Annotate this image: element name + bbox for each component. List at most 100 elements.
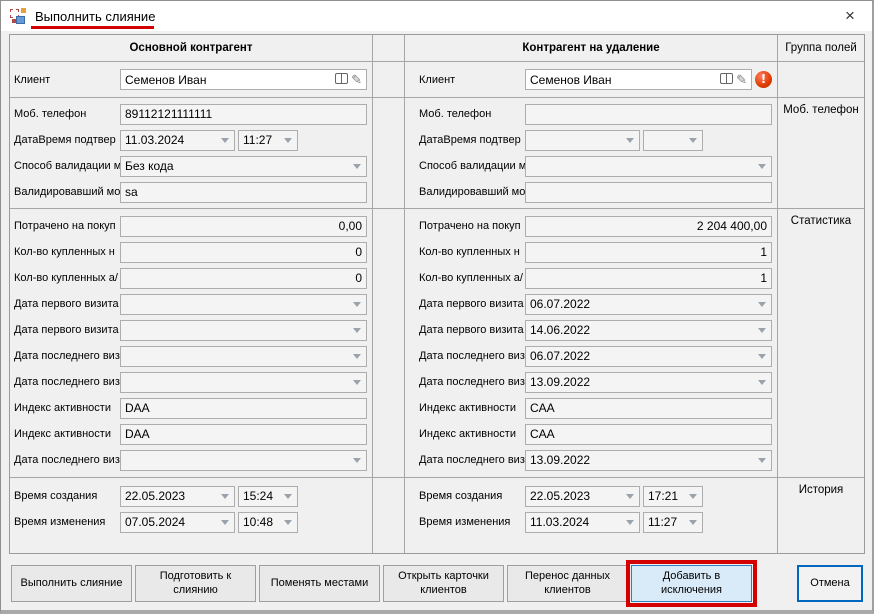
cancel-button[interactable]: Отмена: [797, 565, 863, 602]
date-picker[interactable]: 22.05.2023: [525, 486, 640, 507]
merge-button[interactable]: Выполнить слияние: [11, 565, 132, 602]
date-picker[interactable]: 22.05.2023: [120, 486, 235, 507]
dropdown[interactable]: [120, 450, 367, 471]
field-row: Индекс активностиCAA: [419, 421, 777, 447]
text-input[interactable]: DAA: [120, 424, 367, 445]
field-control-area: 1: [525, 242, 772, 263]
dropdown[interactable]: [120, 294, 367, 315]
field-label: Дата первого визита: [14, 298, 120, 310]
field-value: 1: [760, 245, 767, 259]
field-value: 0,00: [339, 219, 362, 233]
field-value: 0: [355, 245, 362, 259]
button-label: Отмена: [810, 577, 849, 591]
text-input[interactable]: CAA: [525, 398, 772, 419]
time-picker[interactable]: 11:27: [643, 512, 703, 533]
field-label: Дата последнего виз: [419, 350, 525, 362]
dropdown-arrow-icon: [758, 354, 766, 363]
dropdown-arrow-icon: [221, 520, 229, 529]
field-row: ДатаВремя подтвер11.03.202411:27: [14, 127, 372, 153]
dropdown[interactable]: [120, 372, 367, 393]
left-panel-header: Основной контрагент: [10, 35, 372, 61]
field-control-area: 11.03.202411:27: [525, 512, 772, 533]
dropdown[interactable]: 13.09.2022: [525, 372, 772, 393]
book-icon[interactable]: [720, 73, 733, 87]
time-picker[interactable]: 17:21: [643, 486, 703, 507]
field-value: 17:21: [648, 489, 678, 503]
app-icon: [10, 8, 26, 24]
text-input[interactable]: [525, 104, 772, 125]
right-panel-cell: Потрачено на покуп2 204 400,00Кол-во куп…: [404, 209, 777, 477]
dropdown-arrow-icon: [758, 302, 766, 311]
dropdown[interactable]: 06.07.2022: [525, 346, 772, 367]
pencil-icon[interactable]: ✎: [736, 73, 747, 86]
number-input[interactable]: 1: [525, 242, 772, 263]
merge-dialog-window: Выполнить слияние × Основной контрагент …: [0, 0, 874, 614]
date-picker[interactable]: 07.05.2024: [120, 512, 235, 533]
merge-fields-table: Основной контрагент Контрагент на удален…: [9, 34, 865, 554]
text-input[interactable]: [525, 182, 772, 203]
open-client-cards-button[interactable]: Открыть карточки клиентов: [383, 565, 504, 602]
table-section: Моб. телефон89112121111111ДатаВремя подт…: [10, 97, 864, 208]
dropdown[interactable]: Без кода: [120, 156, 367, 177]
field-value: 2 204 400,00: [697, 219, 767, 233]
field-row: Дата первого визита: [14, 317, 372, 343]
number-input[interactable]: 0,00: [120, 216, 367, 237]
field-row: Способ валидации мБез кода: [14, 153, 372, 179]
field-control-area: [525, 130, 772, 151]
date-picker[interactable]: [525, 130, 640, 151]
button-label: Выполнить слияние: [21, 577, 123, 591]
time-picker[interactable]: [643, 130, 703, 151]
time-picker[interactable]: 11:27: [238, 130, 298, 151]
right-panel-header: Контрагент на удаление: [404, 35, 777, 61]
field-label: Индекс активности: [14, 428, 120, 440]
text-input[interactable]: sa: [120, 182, 367, 203]
number-input[interactable]: 0: [120, 268, 367, 289]
book-icon[interactable]: [335, 73, 348, 87]
dropdown-arrow-icon: [284, 520, 292, 529]
button-label: Подготовить к слиянию: [140, 570, 251, 598]
client-lookup-field[interactable]: Семенов Иван✎: [525, 69, 752, 90]
client-lookup-field[interactable]: Семенов Иван✎: [120, 69, 367, 90]
field-row: Индекс активностиCAA: [419, 395, 777, 421]
field-label: Валидировавший мо: [14, 186, 120, 198]
field-value: CAA: [530, 427, 555, 441]
dropdown-arrow-icon: [353, 328, 361, 337]
dropdown-arrow-icon: [626, 494, 634, 503]
number-input[interactable]: 2 204 400,00: [525, 216, 772, 237]
dropdown[interactable]: 06.07.2022: [525, 294, 772, 315]
dropdown[interactable]: [120, 320, 367, 341]
close-icon[interactable]: ×: [838, 5, 862, 27]
time-picker[interactable]: 10:48: [238, 512, 298, 533]
prepare-merge-button[interactable]: Подготовить к слиянию: [135, 565, 256, 602]
field-value: DAA: [125, 427, 150, 441]
date-picker[interactable]: 11.03.2024: [525, 512, 640, 533]
transfer-client-data-button[interactable]: Перенос данных клиентов: [507, 565, 628, 602]
time-picker[interactable]: 15:24: [238, 486, 298, 507]
field-value: 0: [355, 271, 362, 285]
left-panel-cell: Потрачено на покуп0,00Кол-во купленных н…: [10, 209, 372, 477]
dropdown[interactable]: 13.09.2022: [525, 450, 772, 471]
text-input[interactable]: CAA: [525, 424, 772, 445]
field-label: Способ валидации м: [14, 160, 120, 172]
pencil-icon[interactable]: ✎: [351, 73, 362, 86]
field-row: КлиентСеменов Иван✎!: [419, 67, 777, 93]
text-input[interactable]: 89112121111111: [120, 104, 367, 125]
field-value: 11.03.2024: [125, 133, 184, 147]
field-control-area: 1: [525, 268, 772, 289]
swap-button[interactable]: Поменять местами: [259, 565, 380, 602]
field-row: ДатаВремя подтвер: [419, 127, 777, 153]
date-picker[interactable]: 11.03.2024: [120, 130, 235, 151]
field-control-area: DAA: [120, 398, 367, 419]
field-control-area: [525, 156, 772, 177]
field-value: CAA: [530, 401, 555, 415]
gutter-cell: [372, 209, 404, 477]
number-input[interactable]: 0: [120, 242, 367, 263]
dropdown[interactable]: 14.06.2022: [525, 320, 772, 341]
text-input[interactable]: DAA: [120, 398, 367, 419]
field-label: Кол-во купленных н: [14, 246, 120, 258]
field-label: Время изменения: [419, 516, 525, 528]
number-input[interactable]: 1: [525, 268, 772, 289]
add-to-exceptions-button[interactable]: Добавить в исключения: [631, 565, 752, 602]
dropdown[interactable]: [525, 156, 772, 177]
dropdown[interactable]: [120, 346, 367, 367]
